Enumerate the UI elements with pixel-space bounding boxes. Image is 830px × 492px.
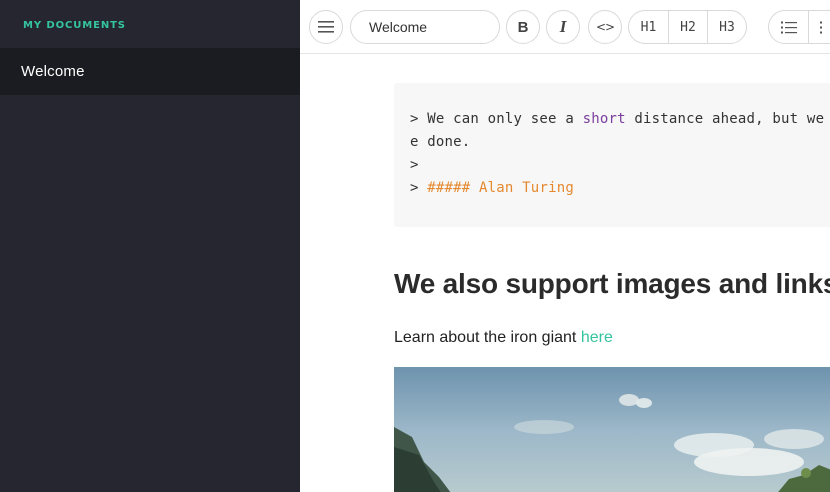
code-keyword: short: [582, 111, 626, 127]
sidebar-heading: MY DOCUMENTS: [23, 20, 126, 31]
italic-button[interactable]: I: [546, 10, 580, 44]
bold-icon: B: [517, 18, 529, 36]
document-content: > We can only see a short distance ahead…: [300, 55, 830, 492]
code-line: > We can only see a short distance ahead…: [410, 111, 830, 127]
code-block: > We can only see a short distance ahead…: [394, 83, 830, 227]
code-text: >: [410, 180, 428, 196]
italic-icon: I: [559, 17, 567, 36]
code-line: >: [410, 157, 419, 173]
section-heading: We also support images and links: [394, 268, 830, 299]
editor-toolbar: B I <> H1 H2 H3: [300, 0, 830, 54]
numbered-list-icon: [820, 21, 822, 33]
document-title-input[interactable]: [350, 10, 500, 44]
hamburger-menu-icon: [318, 21, 334, 33]
sidebar-item-welcome[interactable]: Welcome: [0, 48, 300, 95]
code-heading-text: ##### Alan Turing: [427, 180, 574, 196]
heading-button-group: H1 H2 H3: [628, 10, 747, 44]
paragraph: Learn about the iron giant here: [394, 329, 613, 347]
code-line: > ##### Alan Turing: [410, 180, 574, 196]
bulleted-list-button[interactable]: [769, 11, 808, 43]
heading-2-button[interactable]: H2: [668, 11, 707, 43]
sidebar: MY DOCUMENTS Welcome: [0, 0, 300, 492]
heading-3-button[interactable]: H3: [707, 11, 746, 43]
iron-giant-link[interactable]: here: [581, 329, 613, 346]
paragraph-text: Learn about the iron giant: [394, 329, 581, 346]
code-text: > We can only see a: [410, 111, 583, 127]
code-text: distance ahead, but we c: [625, 111, 830, 127]
list-button-group: [768, 10, 830, 44]
code-button[interactable]: <>: [588, 10, 622, 44]
painting-illustration: [394, 367, 830, 492]
bold-button[interactable]: B: [506, 10, 540, 44]
heading-1-button[interactable]: H1: [629, 11, 668, 43]
iron-giant-image: [394, 367, 830, 492]
numbered-list-button[interactable]: [808, 11, 830, 43]
menu-button[interactable]: [309, 10, 343, 44]
code-icon: <>: [595, 20, 615, 34]
sidebar-item-label: Welcome: [21, 63, 85, 80]
code-line: e done.: [410, 134, 471, 150]
bulleted-list-icon: [780, 21, 797, 33]
